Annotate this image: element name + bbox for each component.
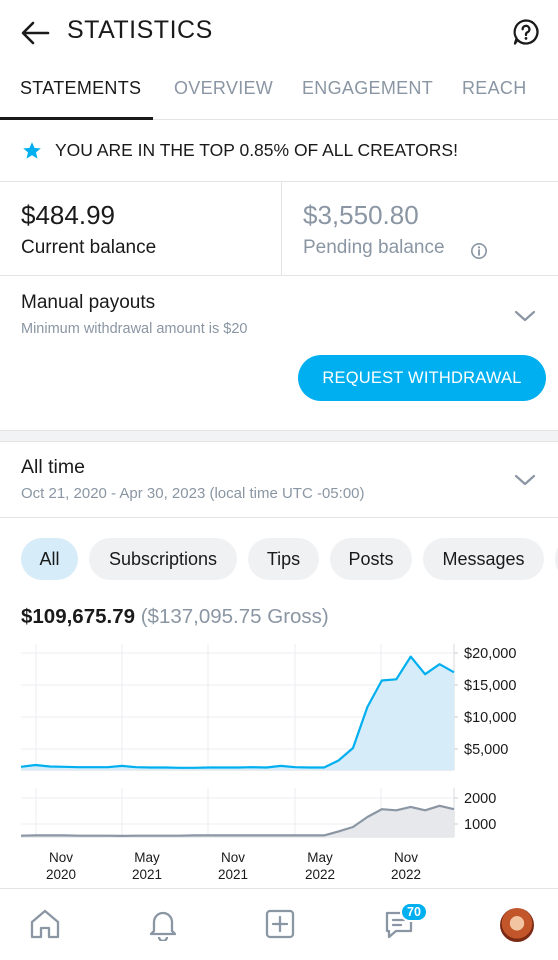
chip-messages[interactable]: Messages xyxy=(423,538,544,580)
tab-engagement[interactable]: ENGAGEMENT xyxy=(302,78,433,99)
messages-count-badge: 70 xyxy=(400,902,428,922)
x-tick-label: May 2021 xyxy=(132,850,162,882)
chevron-down-icon[interactable] xyxy=(514,309,536,323)
avatar[interactable] xyxy=(500,908,534,942)
request-withdrawal-button[interactable]: REQUEST WITHDRAWAL xyxy=(298,355,546,401)
x-tick-label: Nov 2020 xyxy=(46,850,76,882)
stats-tabs: STATEMENTS OVERVIEW ENGAGEMENT REACH xyxy=(0,62,558,120)
gross-total: ($137,095.75 Gross) xyxy=(140,605,329,628)
home-icon[interactable] xyxy=(28,907,62,941)
back-arrow-icon[interactable] xyxy=(18,18,52,48)
chip-tips[interactable]: Tips xyxy=(248,538,319,580)
top-bar: STATISTICS xyxy=(0,0,558,62)
y-tick-label: 1000 xyxy=(464,817,496,833)
bottom-nav xyxy=(0,888,558,960)
period-range: Oct 21, 2020 - Apr 30, 2023 (local time … xyxy=(21,485,365,502)
y-tick-label: 2000 xyxy=(464,791,496,807)
earnings-chart: $20,000 $15,000 $10,000 $5,000 2000 1000 Nov 20… xyxy=(20,644,516,882)
chip-posts[interactable]: Posts xyxy=(330,538,412,580)
chip-subscriptions[interactable]: Subscriptions xyxy=(89,538,237,580)
bell-icon[interactable] xyxy=(146,907,180,941)
net-total: $109,675.79 xyxy=(21,605,136,628)
balances-panel: $484.99 Current balance $3,550.80 Pendin… xyxy=(0,182,558,276)
y-tick-label: $5,000 xyxy=(464,742,508,758)
y-tick-label: $20,000 xyxy=(464,646,516,662)
tab-overview[interactable]: OVERVIEW xyxy=(174,78,273,99)
payouts-subtitle: Minimum withdrawal amount is $20 xyxy=(21,321,248,337)
manual-payouts-panel: Manual payouts Minimum withdrawal amount… xyxy=(0,276,558,430)
current-balance-label: Current balance xyxy=(21,237,157,258)
banner-text: YOU ARE IN THE TOP 0.85% OF ALL CREATORS… xyxy=(55,140,458,160)
y-tick-label: $10,000 xyxy=(464,710,516,726)
y-tick-label: $15,000 xyxy=(464,678,516,694)
period-selector[interactable]: All time Oct 21, 2020 - Apr 30, 2023 (lo… xyxy=(0,442,558,518)
info-icon[interactable] xyxy=(470,242,488,260)
pending-balance-amount: $3,550.80 xyxy=(303,200,419,230)
star-icon xyxy=(23,142,41,159)
chip-all[interactable]: All xyxy=(21,538,78,580)
balance-divider xyxy=(281,182,282,276)
current-balance-amount: $484.99 xyxy=(21,200,115,230)
top-creator-banner: YOU ARE IN THE TOP 0.85% OF ALL CREATORS… xyxy=(0,120,558,182)
plus-square-icon[interactable] xyxy=(263,907,297,941)
tab-reach[interactable]: REACH xyxy=(462,78,527,99)
pending-balance-label: Pending balance xyxy=(303,237,445,258)
page-title: STATISTICS xyxy=(67,16,213,44)
period-title: All time xyxy=(21,456,85,478)
earnings-area xyxy=(21,656,454,770)
payouts-title: Manual payouts xyxy=(21,292,156,313)
x-tick-label: Nov 2021 xyxy=(218,850,248,882)
chevron-down-icon[interactable] xyxy=(514,473,536,487)
tab-statements[interactable]: STATEMENTS xyxy=(20,78,141,99)
x-tick-label: May 2022 xyxy=(305,850,335,882)
filter-chips: All Subscriptions Tips Posts Messages xyxy=(0,538,558,582)
help-icon[interactable] xyxy=(512,18,540,46)
section-divider xyxy=(0,430,558,442)
x-tick-label: Nov 2022 xyxy=(391,850,421,882)
earnings-totals: $109,675.79 ($137,095.75 Gross) xyxy=(21,605,329,629)
